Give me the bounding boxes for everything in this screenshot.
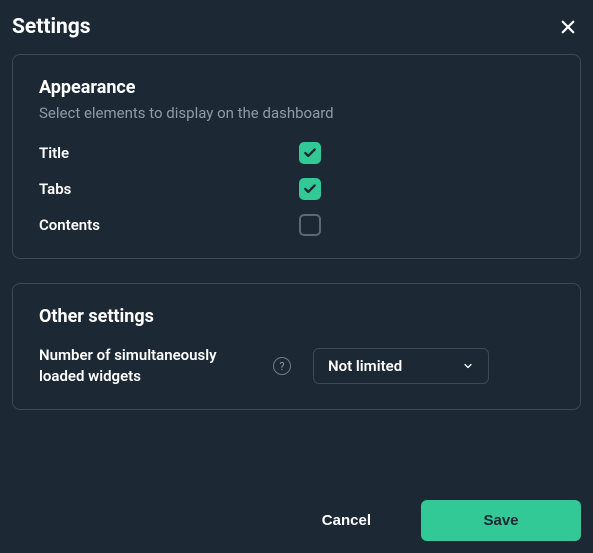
checkbox-label: Tabs	[39, 180, 299, 198]
checkbox-row-contents: Contents	[39, 214, 554, 236]
chevron-down-icon	[462, 360, 474, 372]
close-button[interactable]	[555, 14, 581, 40]
close-icon	[559, 18, 577, 36]
modal-header: Settings	[12, 10, 581, 54]
widgets-select[interactable]: Not limited	[313, 348, 489, 384]
widgets-row: Number of simultaneously loaded widgets …	[39, 345, 554, 387]
widgets-select-value: Not limited	[328, 357, 402, 375]
appearance-subtitle: Select elements to display on the dashbo…	[39, 104, 554, 122]
save-button[interactable]: Save	[421, 500, 581, 541]
checkbox-contents[interactable]	[299, 214, 321, 236]
settings-modal: Settings Appearance Select elements to d…	[0, 0, 593, 553]
cancel-button[interactable]: Cancel	[286, 500, 407, 541]
check-icon	[303, 182, 317, 196]
widgets-label: Number of simultaneously loaded widgets	[39, 345, 265, 387]
checkbox-row-title: Title	[39, 142, 554, 164]
checkbox-row-tabs: Tabs	[39, 178, 554, 200]
modal-footer: Cancel Save	[12, 480, 581, 541]
checkbox-label: Contents	[39, 216, 299, 234]
appearance-panel: Appearance Select elements to display on…	[12, 54, 581, 259]
other-settings-panel: Other settings Number of simultaneously …	[12, 283, 581, 410]
checkbox-title[interactable]	[299, 142, 321, 164]
checkbox-label: Title	[39, 144, 299, 162]
modal-title: Settings	[12, 15, 91, 39]
checkbox-tabs[interactable]	[299, 178, 321, 200]
appearance-title: Appearance	[39, 77, 554, 98]
check-icon	[303, 146, 317, 160]
help-icon[interactable]: ?	[273, 357, 291, 375]
other-settings-title: Other settings	[39, 306, 554, 327]
